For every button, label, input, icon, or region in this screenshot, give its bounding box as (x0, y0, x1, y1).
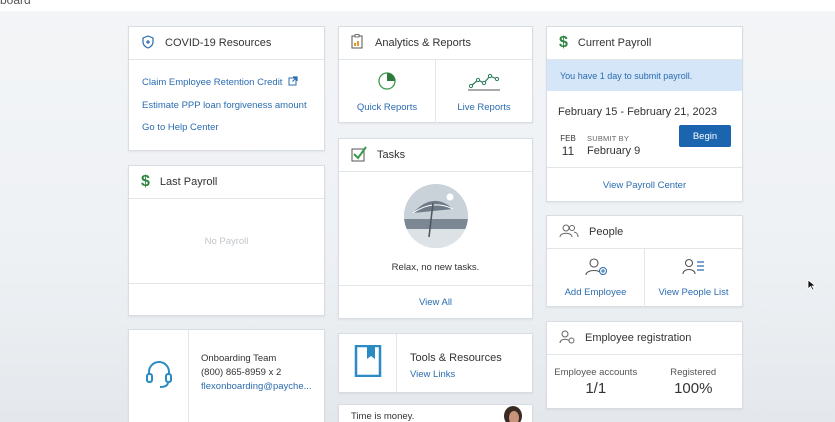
people-title: People (589, 226, 624, 238)
current-payroll-title: Current Payroll (577, 37, 652, 49)
view-links-link[interactable]: View Links (410, 369, 455, 380)
add-person-icon (584, 258, 608, 281)
checkbox-icon (351, 145, 367, 165)
submit-by-label: SUBMIT BY (587, 134, 630, 143)
tools-resources-card: Tools & Resources View Links (338, 333, 533, 393)
pay-period-range: February 15 - February 21, 2023 (558, 106, 717, 118)
tools-title: Tools & Resources (410, 352, 502, 364)
analytics-reports-card: Analytics & Reports Quick Reports Live R… (338, 26, 533, 123)
tasks-title: Tasks (377, 149, 406, 161)
claim-erc-link[interactable]: Claim Employee Retention Credit (142, 76, 311, 89)
add-employee-button[interactable]: Add Employee (547, 249, 644, 307)
onboarding-card: Onboarding Team (800) 865-8959 x 2 flexo… (128, 329, 325, 422)
time-is-money-card: Time is money. (338, 404, 533, 422)
pie-chart-icon (377, 71, 397, 96)
registration-header: Employee registration (547, 322, 742, 355)
current-payroll-card: $ Current Payroll You have 1 day to subm… (546, 26, 743, 202)
view-people-list-label: View People List (658, 287, 729, 298)
book-icon (353, 344, 383, 382)
beach-umbrella-icon (403, 183, 469, 254)
begin-button[interactable]: Begin (679, 125, 731, 147)
add-employee-label: Add Employee (564, 287, 627, 298)
people-icon (559, 224, 579, 241)
view-payroll-center-link[interactable]: View Payroll Center (603, 180, 686, 191)
onboarding-phone: (800) 865-8959 x 2 (201, 367, 282, 378)
no-tasks-text: Relax, no new tasks. (391, 262, 480, 273)
user-settings-icon (559, 330, 575, 347)
line-chart-icon (468, 71, 500, 96)
payroll-alert: You have 1 day to submit payroll. (547, 60, 742, 91)
shield-icon (141, 34, 155, 52)
live-reports-button[interactable]: Live Reports (435, 60, 532, 123)
employee-accounts-value: 1/1 (585, 380, 607, 397)
dollar-icon: $ (141, 173, 150, 190)
covid-card-title: COVID-19 Resources (165, 37, 272, 49)
pay-date-day: 11 (561, 144, 575, 158)
registered-label: Registered (670, 367, 717, 378)
onboarding-email-link[interactable]: flexonboarding@payche... (201, 380, 312, 394)
registered-value: 100% (674, 380, 713, 397)
registration-title: Employee registration (585, 332, 692, 344)
people-header: People (547, 216, 742, 249)
person-photo (498, 406, 528, 422)
report-doc-icon (351, 34, 365, 52)
people-card: People Add Employee View People List (546, 215, 743, 307)
top-strip: board (0, 0, 835, 11)
help-center-link[interactable]: Go to Help Center (142, 122, 311, 133)
covid-resources-card: COVID-19 Resources Claim Employee Retent… (128, 26, 325, 151)
analytics-header: Analytics & Reports (339, 27, 532, 60)
pay-date: FEB 11 (558, 134, 578, 158)
time-is-money-text: Time is money. (351, 411, 415, 422)
top-strip-text: board (0, 0, 31, 7)
people-list-icon (681, 258, 706, 281)
dollar-icon: $ (559, 34, 568, 51)
tasks-header: Tasks (339, 139, 532, 172)
current-payroll-header: $ Current Payroll (547, 27, 742, 60)
no-payroll-text: No Payroll (129, 199, 324, 284)
quick-reports-button[interactable]: Quick Reports (339, 60, 435, 123)
mouse-cursor-icon (807, 278, 817, 291)
onboarding-team-label: Onboarding Team (201, 353, 277, 364)
quick-reports-label: Quick Reports (356, 101, 418, 113)
employee-accounts-label: Employee accounts (554, 367, 638, 378)
headset-icon (144, 358, 174, 395)
pay-date-month: FEB (560, 134, 576, 143)
view-all-tasks-link[interactable]: View All (419, 297, 452, 308)
last-payroll-title: Last Payroll (159, 176, 218, 188)
employee-registration-card: Employee registration Employee accounts … (546, 321, 743, 409)
tasks-card: Tasks Relax, no new tasks. View All (338, 138, 533, 319)
last-payroll-card: $ Last Payroll No Payroll (128, 165, 325, 316)
submit-by-date: February 9 (587, 145, 641, 157)
claim-erc-label: Claim Employee Retention Credit (142, 77, 283, 88)
covid-card-header: COVID-19 Resources (129, 27, 324, 60)
live-reports-label: Live Reports (457, 101, 511, 113)
view-people-list-button[interactable]: View People List (644, 249, 742, 307)
estimate-ppp-link[interactable]: Estimate PPP loan forgiveness amount (142, 100, 311, 111)
external-link-icon (288, 76, 299, 89)
analytics-title: Analytics & Reports (375, 37, 471, 49)
last-payroll-header: $ Last Payroll (129, 166, 324, 199)
